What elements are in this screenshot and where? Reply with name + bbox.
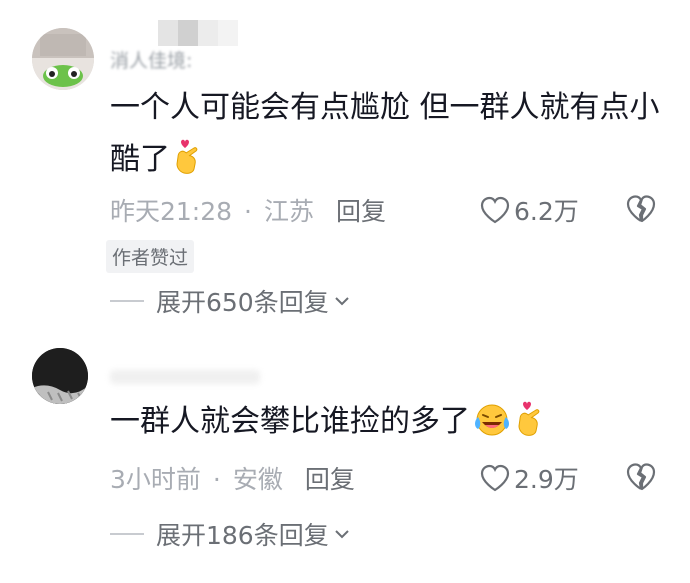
comment-meta: 昨天21:28 · 江苏 回复	[110, 192, 386, 228]
divider	[110, 300, 144, 302]
expand-replies-button[interactable]: 展开186条回复	[110, 516, 351, 552]
broken-heart-icon	[626, 463, 656, 491]
comment-meta: 3小时前 · 安徽 回复	[110, 460, 355, 496]
comment-time: 3小时前	[110, 465, 201, 494]
comment-location: 江苏	[264, 197, 315, 226]
chevron-down-icon	[335, 297, 349, 306]
like-button[interactable]: 2.9万	[480, 460, 579, 496]
username[interactable]: 消人佳境:	[110, 46, 192, 73]
username[interactable]	[110, 370, 260, 384]
expand-replies-label: 展开186条回复	[156, 521, 329, 550]
broken-heart-icon	[626, 195, 656, 223]
comment-location: 安徽	[232, 465, 283, 494]
like-count: 6.2万	[514, 197, 579, 226]
meta-separator: ·	[212, 465, 221, 494]
expand-replies-button[interactable]: 展开650条回复	[110, 283, 351, 319]
meta-separator: ·	[244, 197, 252, 226]
reply-button[interactable]: 回复	[336, 197, 386, 226]
finger-heart-icon	[514, 401, 544, 454]
like-count: 2.9万	[514, 465, 579, 494]
dislike-button[interactable]	[625, 194, 657, 224]
chevron-down-icon	[335, 530, 349, 539]
like-button[interactable]: 6.2万	[480, 192, 579, 228]
heart-icon	[480, 464, 510, 492]
comment-item: 一群人就会攀比谁捡的多了 3小时前 · 安徽 回复 2.9万 展开186条回复	[0, 340, 690, 583]
expand-replies-label: 展开650条回复	[156, 288, 329, 317]
dislike-button[interactable]	[625, 462, 657, 492]
heart-icon	[480, 196, 510, 224]
divider	[110, 533, 144, 535]
comment-time: 昨天21:28	[110, 197, 233, 226]
comment-body: 一群人就会攀比谁捡的多了	[110, 404, 470, 439]
author-liked-badge: 作者赞过	[106, 240, 195, 273]
avatar[interactable]	[32, 28, 94, 90]
username-mosaic	[158, 20, 238, 46]
comment-item: 消人佳境: 一个人可能会有点尴尬 但一群人就有点小酷了 昨天21:28 · 江苏 回复…	[0, 0, 690, 340]
avatar[interactable]	[32, 348, 88, 404]
comment-text: 一个人可能会有点尴尬 但一群人就有点小酷了	[110, 82, 670, 192]
reply-button[interactable]: 回复	[305, 465, 355, 494]
laughing-tears-icon	[472, 401, 512, 454]
comment-text: 一群人就会攀比谁捡的多了	[110, 396, 544, 454]
finger-heart-icon	[172, 139, 202, 192]
